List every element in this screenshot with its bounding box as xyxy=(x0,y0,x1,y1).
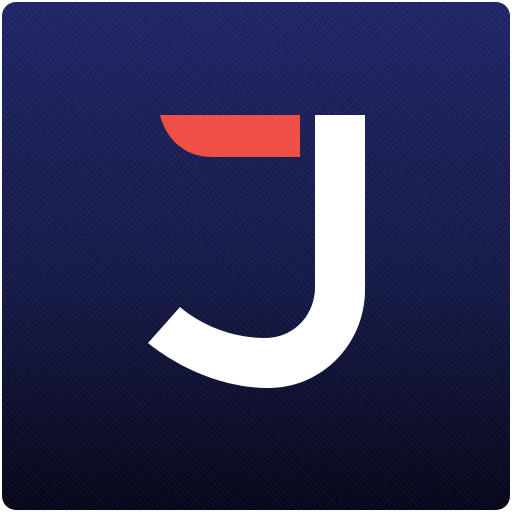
accent-tab xyxy=(160,115,300,157)
app-icon[interactable] xyxy=(2,2,510,510)
letter-j-logo-icon xyxy=(148,115,365,388)
